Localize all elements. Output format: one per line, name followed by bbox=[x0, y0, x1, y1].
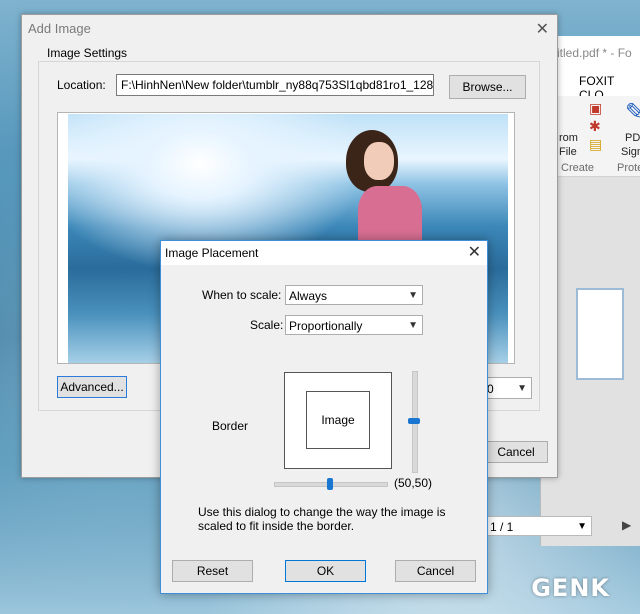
when-to-scale-label: When to scale: bbox=[202, 288, 282, 302]
scale-select[interactable]: Proportionally ▼ bbox=[285, 315, 423, 335]
position-readout: (50,50) bbox=[394, 476, 433, 490]
from-file-label-2[interactable]: File bbox=[559, 146, 577, 158]
zoom-value: 0 bbox=[487, 382, 494, 396]
protect-group-label: Prote bbox=[617, 162, 640, 174]
pdf-sign-label-1[interactable]: PDF bbox=[625, 132, 640, 144]
dialog-title: Add Image bbox=[28, 21, 91, 36]
chevron-down-icon: ▼ bbox=[577, 521, 587, 532]
scale-value: Proportionally bbox=[289, 319, 363, 333]
help-text: Use this dialog to change the way the im… bbox=[198, 505, 446, 533]
create-group-label: Create bbox=[561, 162, 595, 174]
add-image-cancel-button[interactable]: Cancel bbox=[484, 441, 548, 463]
foxit-page-preview bbox=[576, 288, 624, 380]
from-file-label-1[interactable]: rom bbox=[559, 132, 578, 144]
chevron-down-icon: ▼ bbox=[408, 320, 418, 331]
location-input[interactable]: F:\HinhNen\New folder\tumblr_ny88q753Sl1… bbox=[116, 74, 434, 96]
reset-button[interactable]: Reset bbox=[172, 560, 253, 582]
image-settings-label: Image Settings bbox=[44, 46, 131, 60]
pen-sign-icon[interactable]: ✎ bbox=[625, 98, 640, 127]
scale-label: Scale: bbox=[250, 318, 284, 332]
image-placement-dialog: Image Placement ✕ When to scale: Always … bbox=[160, 240, 488, 594]
title-bar: Image Placement ✕ bbox=[161, 241, 487, 265]
chevron-down-icon: ▼ bbox=[408, 290, 418, 301]
file-icon[interactable]: ▤ bbox=[589, 136, 602, 153]
when-to-scale-select[interactable]: Always ▼ bbox=[285, 285, 423, 305]
pdf-icon[interactable]: ▣ bbox=[589, 100, 602, 117]
horizontal-slider-handle[interactable] bbox=[327, 478, 333, 490]
border-label: Border bbox=[212, 419, 249, 433]
page-number: 1 / 1 bbox=[490, 520, 514, 534]
close-icon[interactable]: ✕ bbox=[468, 242, 481, 262]
browse-button[interactable]: Browse... bbox=[449, 75, 526, 99]
dialog-title: Image Placement bbox=[165, 246, 259, 260]
next-page-icon[interactable]: ▶ bbox=[622, 518, 631, 532]
image-frame-preview: Image bbox=[306, 391, 370, 449]
page-navigator[interactable]: 1 / 1 ▼ bbox=[484, 516, 592, 536]
watermark-logo: GENK bbox=[531, 574, 610, 602]
cancel-button[interactable]: Cancel bbox=[395, 560, 476, 582]
close-icon[interactable]: ✕ bbox=[536, 19, 549, 39]
photo-subject-face bbox=[364, 142, 394, 180]
pdf-sign-label-2[interactable]: Sign bbox=[621, 146, 640, 158]
star-icon[interactable]: ✱ bbox=[589, 118, 601, 135]
chevron-down-icon: ▼ bbox=[517, 383, 527, 394]
vertical-slider-handle[interactable] bbox=[408, 418, 420, 424]
ok-button[interactable]: OK bbox=[285, 560, 366, 582]
location-label: Location: bbox=[57, 78, 106, 92]
when-to-scale-value: Always bbox=[289, 289, 328, 303]
advanced-button[interactable]: Advanced... bbox=[57, 376, 127, 398]
